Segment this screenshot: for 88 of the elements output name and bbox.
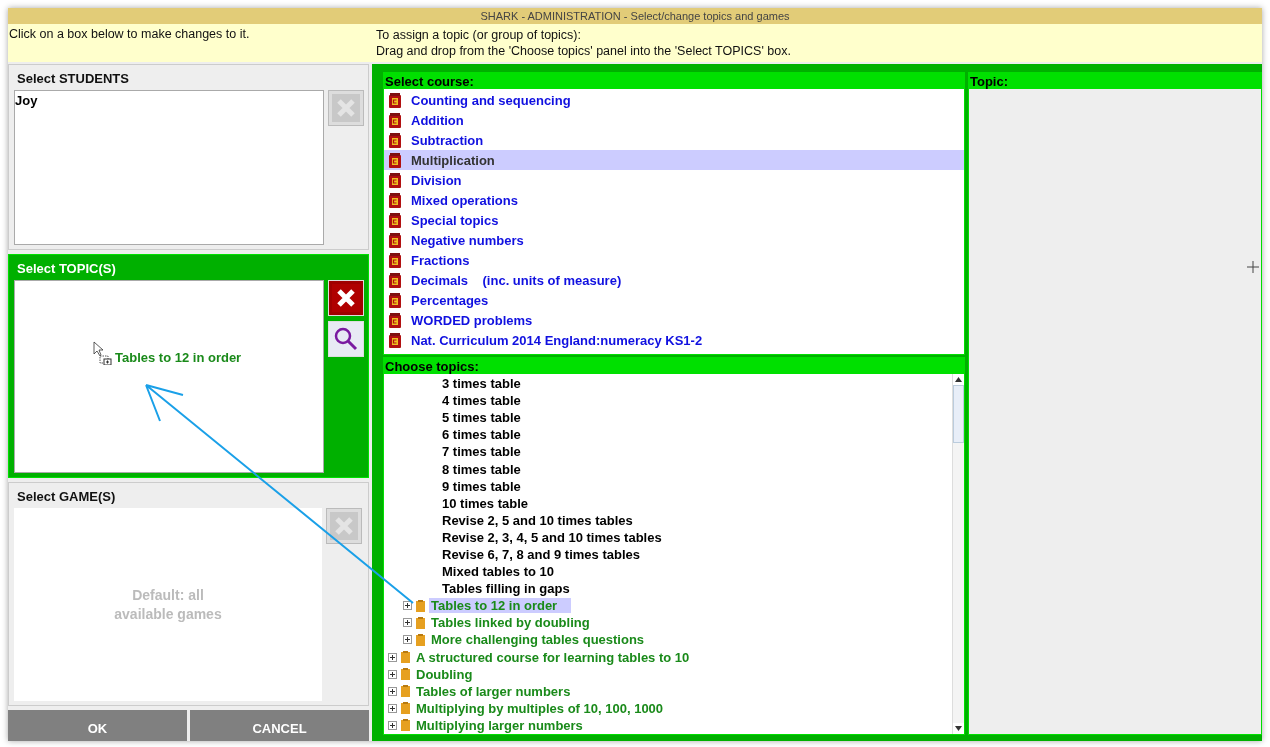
course-item[interactable]: Nat. Curriculum 2014 England:numeracy KS1-2 (384, 330, 964, 350)
book-icon (389, 92, 401, 108)
up-arrow-icon (955, 377, 962, 382)
expand-icon[interactable] (388, 703, 397, 713)
expand-icon[interactable] (388, 652, 397, 662)
instruction-text: Click on a box below to make changes to it. (8, 26, 251, 43)
folder-icon (401, 685, 410, 698)
topic-item[interactable]: 4 times table (440, 393, 523, 409)
dialog-button[interactable]: CANCEL (190, 710, 369, 741)
course-item[interactable]: Addition (384, 110, 964, 130)
topic-group[interactable]: More challenging tables questions (429, 632, 647, 648)
search-icon (333, 326, 359, 352)
course-item[interactable]: Multiplication (384, 150, 964, 170)
book-icon (389, 292, 401, 308)
expand-icon[interactable] (403, 601, 412, 611)
topic-group[interactable]: Tables linked by doubling (429, 615, 592, 631)
expand-icon[interactable] (388, 686, 397, 696)
placeholder-text: Default: all available games (113, 585, 223, 624)
folder-icon (416, 599, 425, 612)
course-item[interactable]: Counting and sequencing (384, 90, 964, 110)
topic-item[interactable]: 8 times table (440, 461, 523, 477)
course-item[interactable]: Percentages (384, 290, 964, 310)
book-icon (389, 312, 401, 328)
book-icon (389, 252, 401, 268)
instruction-text: To assign a topic (or group of topics): (376, 27, 582, 43)
dialog-button[interactable]: OK (8, 710, 187, 741)
scrollbar-thumb[interactable] (953, 385, 964, 443)
topic-item[interactable]: Tables filling in gaps (440, 581, 572, 597)
student-item[interactable]: Joy (15, 91, 323, 108)
dragged-topic: Tables to 12 in order (115, 350, 242, 365)
course-item[interactable]: Negative numbers (384, 230, 964, 250)
course-item[interactable]: Subtraction (384, 130, 964, 150)
topic-item[interactable]: Revise 2, 3, 4, 5 and 10 times tables (440, 529, 664, 545)
students-list[interactable]: Joy (14, 90, 324, 245)
topic-group[interactable]: Multiplying larger numbers (414, 717, 585, 733)
course-item[interactable]: Division (384, 170, 964, 190)
folder-icon (401, 719, 410, 732)
scrollbar[interactable] (952, 374, 964, 734)
folder-icon (416, 633, 425, 646)
book-icon (389, 112, 401, 128)
drag-cursor-icon (93, 341, 113, 365)
topics-drop-box[interactable]: Tables to 12 in order (14, 280, 324, 473)
window-title: SHARK - ADMINISTRATION - Select/change topics and games (8, 8, 1262, 24)
remove-button[interactable] (328, 280, 364, 316)
topic-group[interactable]: A structured course for learning tables to 10 (414, 649, 692, 665)
topic-group[interactable]: Tables of larger numbers (414, 683, 573, 699)
topic-item[interactable]: 10 times table (440, 495, 530, 511)
course-item[interactable]: WORDED problems (384, 310, 964, 330)
topic-item[interactable]: Revise 2, 5 and 10 times tables (440, 512, 635, 528)
expand-icon[interactable] (403, 635, 412, 645)
topic-group[interactable]: Multiplying by multiples of 10, 100, 1000 (414, 700, 666, 716)
panel-title: Choose topics: (384, 358, 964, 374)
panel-title: Topic: (969, 73, 1261, 89)
crosshair-icon (1247, 261, 1259, 273)
down-arrow-icon (955, 726, 962, 731)
instruction-text: Drag and drop from the 'Choose topics' panel into the 'Select TOPICS' box. (376, 43, 791, 59)
course-item[interactable]: Special topics (384, 210, 964, 230)
expand-icon[interactable] (388, 720, 397, 730)
book-icon (389, 212, 401, 228)
folder-icon (416, 616, 425, 629)
topic-item[interactable]: 5 times table (440, 410, 523, 426)
book-icon (389, 232, 401, 248)
topic-item[interactable]: Mixed tables to 10 (440, 564, 556, 580)
topic-item[interactable]: 7 times table (440, 444, 523, 460)
topic-group[interactable]: Doubling (414, 666, 475, 682)
course-item[interactable]: Mixed operations (384, 190, 964, 210)
folder-icon (401, 651, 410, 664)
book-icon (389, 152, 401, 168)
topic-item[interactable]: Revise 6, 7, 8 and 9 times tables (440, 547, 642, 562)
book-icon (389, 192, 401, 208)
panel-title: Select GAME(S) (16, 488, 117, 506)
expand-icon[interactable] (403, 618, 412, 628)
book-icon (389, 332, 401, 348)
search-button[interactable] (328, 321, 364, 357)
book-icon (389, 272, 401, 288)
course-item[interactable]: Decimals (inc. units of measure) (384, 270, 964, 290)
book-icon (389, 132, 401, 148)
panel-title: Select course: (384, 73, 964, 89)
topic-item[interactable]: 3 times table (440, 376, 523, 392)
folder-icon (401, 702, 410, 715)
course-item[interactable]: Fractions (384, 250, 964, 270)
panel-title: Select STUDENTS (16, 70, 130, 88)
expand-icon[interactable] (388, 669, 397, 679)
topic-item[interactable]: 6 times table (440, 427, 523, 443)
book-icon (389, 172, 401, 188)
topic-item[interactable]: 9 times table (440, 478, 523, 494)
folder-icon (401, 668, 410, 681)
panel-title: Select TOPIC(S) (16, 260, 117, 278)
